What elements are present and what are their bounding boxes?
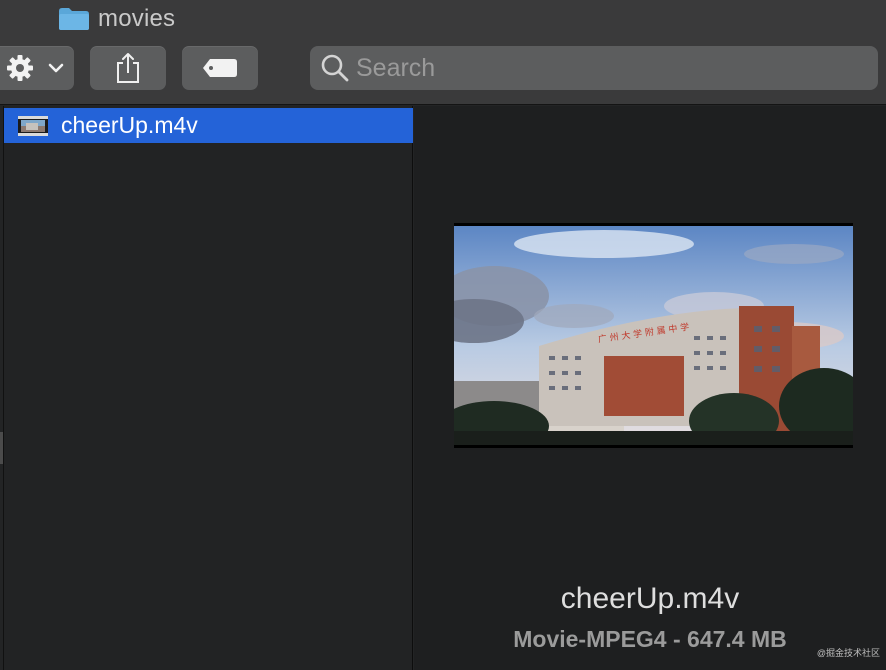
file-list-column: cheerUp.m4v — [3, 106, 413, 670]
share-icon — [117, 53, 139, 83]
gear-icon — [7, 55, 33, 81]
window-title: movies — [98, 5, 176, 32]
video-file-icon — [18, 115, 48, 136]
video-thumbnail-icon: 广 州 大 学 附 属 中 学 — [454, 226, 853, 445]
action-menu-button[interactable] — [0, 46, 74, 90]
search-input[interactable] — [356, 48, 878, 88]
search-icon — [321, 54, 349, 82]
search-field[interactable] — [310, 46, 878, 90]
preview-pane: 广 州 大 学 附 属 中 学 cheerUp.m4v Movie-MPEG4 … — [414, 106, 886, 670]
chevron-down-icon — [48, 63, 64, 73]
preview-file-info: Movie-MPEG4 - 647.4 MB — [513, 626, 787, 652]
tag-button[interactable] — [182, 46, 258, 90]
share-button[interactable] — [90, 46, 166, 90]
tag-icon — [203, 59, 237, 77]
list-item[interactable]: cheerUp.m4v — [4, 108, 413, 143]
column-resize-handle[interactable] — [0, 432, 3, 464]
toolbar — [0, 40, 886, 105]
file-name-label: cheerUp.m4v — [61, 112, 198, 138]
watermark: @掘金技术社区 — [816, 648, 880, 658]
preview-file-name: cheerUp.m4v — [560, 582, 740, 615]
folder-icon — [59, 8, 89, 30]
finder-window: movies Search cheerUp.m4v 广 州 大 学 附 属 中 … — [0, 0, 886, 670]
title-bar: movies — [0, 0, 886, 40]
video-thumbnail[interactable]: 广 州 大 学 附 属 中 学 — [454, 223, 853, 448]
